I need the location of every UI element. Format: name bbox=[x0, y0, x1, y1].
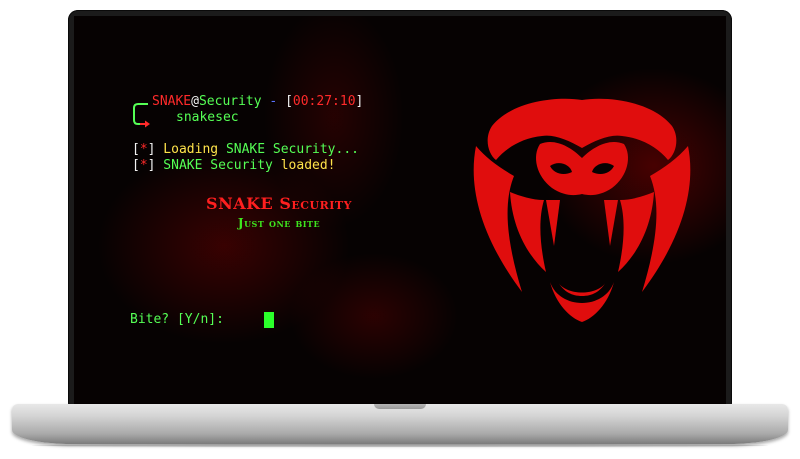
prompt-line: SNAKE@Security - [00:27:10] bbox=[152, 94, 363, 110]
bite-input-prompt: Bite? [Y/n]: bbox=[130, 312, 232, 327]
prompt-command: snakesec bbox=[176, 110, 239, 125]
laptop-screen: SNAKE@Security - [00:27:10] snakesec [*]… bbox=[74, 16, 726, 404]
terminal-cursor[interactable] bbox=[264, 312, 274, 328]
log-bracket-open: [ bbox=[132, 158, 140, 173]
prompt-separator: - bbox=[261, 94, 286, 109]
prompt-host: Security bbox=[198, 94, 262, 109]
log-line-loading: [*] Loading SNAKE Security... bbox=[132, 142, 359, 158]
laptop-notch bbox=[374, 404, 426, 409]
log-text-highlight: loaded! bbox=[280, 158, 336, 173]
prompt-bracket-icon bbox=[133, 103, 150, 128]
brand-title: SNAKE Security bbox=[206, 194, 352, 213]
laptop-base bbox=[12, 404, 788, 447]
prompt-time-close: ] bbox=[355, 94, 364, 109]
prompt-user: SNAKE bbox=[152, 94, 192, 109]
log-text-highlight: SNAKE Security... bbox=[225, 142, 359, 157]
log-mark: * bbox=[139, 158, 148, 173]
prompt-time-open: [ bbox=[285, 94, 293, 109]
snake-head-icon bbox=[473, 98, 691, 322]
brand-subtitle: Just one bite bbox=[237, 216, 321, 230]
log-text: SNAKE Security bbox=[155, 158, 281, 173]
laptop-shadow bbox=[32, 444, 768, 447]
log-bracket-open: [ bbox=[132, 142, 140, 157]
log-text: Loading bbox=[155, 142, 226, 157]
prompt-time: 00:27:10 bbox=[292, 94, 356, 109]
log-mark: * bbox=[139, 142, 148, 157]
prompt-at: @ bbox=[191, 94, 199, 109]
log-line-loaded: [*] SNAKE Security loaded! bbox=[132, 158, 336, 174]
